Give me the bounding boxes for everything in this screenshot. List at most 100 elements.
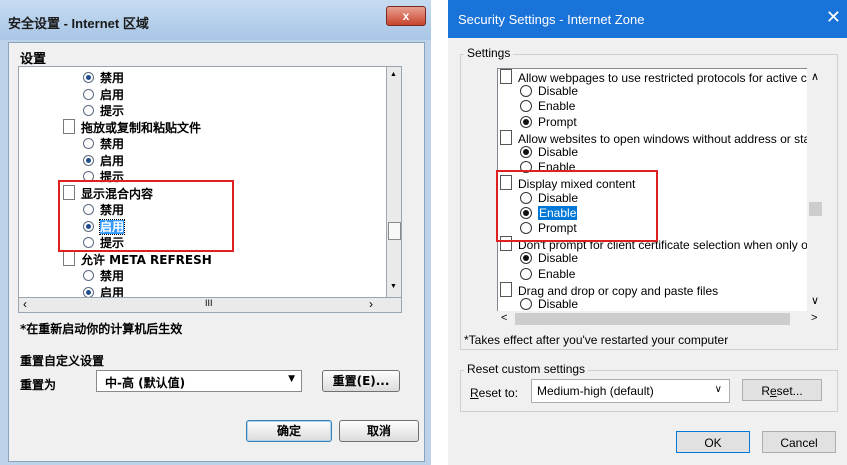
- setting-option[interactable]: 禁用: [83, 267, 124, 284]
- reset-button-text-a: R: [761, 384, 770, 398]
- win7-scroll-thumb[interactable]: [388, 222, 401, 240]
- document-icon: [63, 250, 75, 266]
- setting-label: Enable: [538, 99, 576, 114]
- win10-reset-level-select[interactable]: Medium-high (default) ∨: [531, 379, 730, 403]
- radio-button-icon[interactable]: [520, 252, 532, 265]
- win10-restart-note: *Takes effect after you've restarted you…: [464, 333, 729, 347]
- win10-reset-level-value: Medium-high (default): [537, 384, 654, 398]
- setting-option[interactable]: Enable: [520, 267, 575, 281]
- setting-label: Enable: [538, 266, 576, 281]
- document-icon: [63, 118, 75, 134]
- win10-vertical-scrollbar[interactable]: ∧ ∨: [807, 68, 824, 311]
- scroll-grip-icon[interactable]: III: [205, 298, 213, 308]
- radio-button-icon[interactable]: [83, 154, 94, 166]
- radio-button-icon[interactable]: [520, 267, 532, 280]
- setting-option[interactable]: 提示: [83, 102, 124, 119]
- setting-option[interactable]: Disable: [520, 84, 578, 98]
- win10-settings-label: Settings: [464, 46, 514, 60]
- win7-cancel-button[interactable]: 取消: [339, 420, 419, 442]
- setting-label: Disable: [538, 297, 579, 311]
- win7-restart-note: *在重新启动你的计算机后生效: [20, 322, 183, 336]
- setting-heading: Allow webpages to use restricted protoco…: [500, 69, 810, 85]
- setting-label: 启用: [100, 87, 125, 102]
- radio-button-icon[interactable]: [520, 115, 532, 128]
- win7-close-button[interactable]: x: [386, 6, 426, 26]
- radio-button-icon[interactable]: [520, 146, 532, 158]
- win7-vertical-scrollbar[interactable]: ▲ ▼: [386, 66, 402, 298]
- win10-reset-to-label: Reset to:: [470, 386, 518, 400]
- setting-label: 拖放或复制和粘贴文件: [81, 120, 202, 135]
- document-icon: [500, 281, 512, 297]
- setting-label: Disable: [538, 251, 579, 266]
- win7-horizontal-scrollbar[interactable]: ‹ III ›: [18, 297, 402, 313]
- win10-reset-group-label: Reset custom settings: [464, 362, 589, 376]
- radio-button-icon[interactable]: [520, 100, 532, 113]
- close-icon[interactable]: ✕: [826, 8, 841, 26]
- setting-label: 禁用: [100, 269, 125, 283]
- setting-heading: Drag and drop or copy and paste files: [500, 281, 719, 298]
- setting-label: Allow websites to open windows without a…: [518, 131, 811, 146]
- setting-option[interactable]: 启用: [83, 86, 124, 103]
- win7-reset-group-label: 重置自定义设置: [20, 354, 105, 368]
- win7-dialog: 安全设置 - Internet 区域 x 设置 禁用 启用 提示 拖放或复制和粘贴文件…: [0, 0, 431, 465]
- setting-label: 允许 META REFRESH: [81, 252, 212, 267]
- win7-reset-level-value: 中-高 (默认值): [105, 376, 186, 390]
- setting-label: 禁用: [100, 71, 125, 85]
- setting-heading: 拖放或复制和粘贴文件: [63, 118, 202, 136]
- radio-button-icon[interactable]: [83, 72, 94, 83]
- setting-label: Disable: [538, 84, 579, 99]
- setting-heading: 允许 META REFRESH: [63, 250, 212, 268]
- radio-button-icon[interactable]: [520, 85, 532, 98]
- radio-button-icon[interactable]: [83, 105, 94, 116]
- radio-button-icon[interactable]: [520, 298, 532, 310]
- reset-button-mnemonic: e: [769, 384, 777, 398]
- win10-ok-button[interactable]: OK: [676, 431, 750, 453]
- win7-title-bar: 安全设置 - Internet 区域 x: [0, 0, 431, 40]
- scroll-left-icon[interactable]: ‹: [23, 297, 27, 311]
- chevron-down-icon: ▼: [288, 374, 295, 384]
- setting-option[interactable]: Disable: [520, 145, 578, 159]
- scroll-right-icon[interactable]: ›: [369, 297, 373, 311]
- setting-option[interactable]: 禁用: [83, 135, 124, 152]
- scroll-up-icon[interactable]: ▲: [390, 71, 397, 78]
- win7-reset-to-label: 重置为: [20, 378, 57, 392]
- win7-reset-level-select[interactable]: 中-高 (默认值) ▼: [96, 370, 302, 392]
- setting-option[interactable]: 禁用: [83, 69, 124, 86]
- document-icon: [500, 69, 512, 84]
- radio-button-icon[interactable]: [83, 286, 94, 297]
- win10-dialog: Security Settings - Internet Zone ✕ Sett…: [448, 0, 847, 465]
- radio-button-icon[interactable]: [83, 138, 94, 149]
- chevron-left-icon[interactable]: <: [501, 312, 507, 324]
- win10-reset-button[interactable]: Reset...: [742, 379, 822, 401]
- win10-title: Security Settings - Internet Zone: [458, 12, 645, 27]
- setting-option[interactable]: 启用: [83, 284, 124, 297]
- win7-reset-button[interactable]: 重置(E)...: [322, 370, 400, 392]
- chevron-down-icon[interactable]: ∨: [811, 294, 819, 307]
- win7-settings-label: 设置: [20, 51, 47, 66]
- setting-label: Drag and drop or copy and paste files: [518, 283, 719, 298]
- setting-option[interactable]: Prompt: [520, 115, 577, 129]
- radio-button-icon[interactable]: [83, 270, 94, 281]
- win7-ok-button[interactable]: 确定: [246, 420, 332, 442]
- scroll-down-icon[interactable]: ▼: [390, 283, 397, 290]
- win10-scroll-thumb[interactable]: [809, 202, 822, 216]
- setting-option[interactable]: Disable: [520, 297, 578, 311]
- win7-title: 安全设置 - Internet 区域: [8, 16, 149, 31]
- highlight-box: [58, 180, 234, 252]
- reset-to-mnemonic: R: [470, 386, 479, 400]
- setting-label: 禁用: [100, 137, 125, 151]
- chevron-right-icon[interactable]: >: [811, 312, 817, 324]
- chevron-up-icon[interactable]: ∧: [811, 70, 819, 83]
- radio-button-icon[interactable]: [83, 88, 94, 100]
- setting-label: 提示: [100, 104, 125, 118]
- setting-option[interactable]: Disable: [520, 251, 578, 265]
- setting-option[interactable]: Enable: [520, 99, 575, 113]
- win10-title-bar: Security Settings - Internet Zone ✕: [448, 0, 847, 38]
- setting-option[interactable]: 启用: [83, 152, 124, 169]
- setting-label: 启用: [100, 153, 125, 168]
- win10-horizontal-scrollbar[interactable]: < >: [497, 311, 824, 327]
- win10-cancel-button[interactable]: Cancel: [762, 431, 836, 453]
- reset-to-text: eset to:: [478, 386, 519, 400]
- highlight-box: [496, 170, 658, 242]
- win10-hscroll-thumb[interactable]: [515, 313, 790, 325]
